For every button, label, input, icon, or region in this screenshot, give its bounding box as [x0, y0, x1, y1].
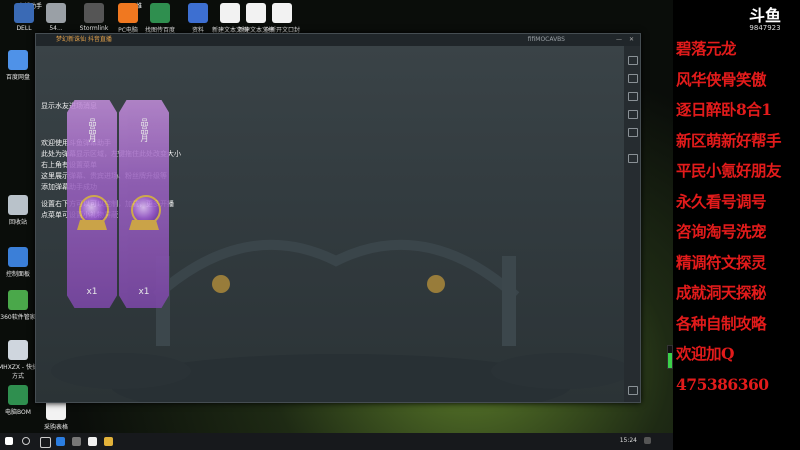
- desktop-icon[interactable]: MHXZX - 快捷方式: [0, 340, 38, 380]
- desktop-icon[interactable]: 找图传百度: [140, 3, 180, 34]
- pc-assist-icon: [118, 3, 138, 23]
- desktop-icon-label: MHXZX - 快捷方式: [0, 364, 38, 380]
- baidu-pan-icon: [8, 50, 28, 70]
- gift-card-label: 品品月: [140, 118, 149, 142]
- grid-icon[interactable]: [628, 154, 638, 163]
- notification-icon[interactable]: [644, 437, 651, 444]
- desktop-icon-label: 54...: [49, 25, 63, 32]
- gift-pedestal-icon: [129, 220, 159, 230]
- desktop-icon[interactable]: 控制面板: [0, 247, 38, 278]
- promo-line: 新区萌新好帮手: [676, 130, 782, 150]
- desktop-icon[interactable]: 360软件管家: [0, 290, 38, 321]
- search-icon[interactable]: [22, 437, 30, 445]
- promo-line: 咨询淘号洗宠: [676, 222, 767, 241]
- window-title: 梦幻新诛仙 抖音直播: [56, 36, 112, 43]
- stormlink-icon: [84, 3, 104, 23]
- promo-line: 永久看号调号: [676, 191, 767, 211]
- desktop-icon-label: 360软件管家: [0, 314, 36, 321]
- desktop-icon-label: 控制面板: [5, 271, 30, 278]
- desktop-icon[interactable]: 电脑BOM: [0, 385, 38, 416]
- doc-icon: [188, 3, 208, 23]
- promo-text-list: 碧落元龙 风华侠骨笑傲 逐日醉卧8合1 新区萌新好帮手 平民小氪好朋友 永久看号…: [676, 34, 800, 400]
- desktop-icon-label: 回收站: [8, 219, 27, 226]
- promo-line: 精调符文探灵: [676, 252, 767, 272]
- douyu-logo: 斗鱼 9847923: [745, 6, 785, 33]
- desktop-icon[interactable]: 回收站: [0, 195, 38, 226]
- gift-card[interactable]: 品品月 x1: [119, 100, 169, 308]
- desktop-icon[interactable]: 采购表格: [36, 400, 76, 431]
- desktop-icon-label: 采购表格: [43, 424, 68, 431]
- fullscreen-icon[interactable]: [628, 128, 638, 137]
- task-view-icon[interactable]: [40, 437, 51, 448]
- close-icon[interactable]: ✕: [629, 34, 634, 46]
- purchase-icon: [46, 400, 66, 420]
- dell-icon: [14, 3, 34, 23]
- mhxzx-shortcut-icon: [8, 340, 28, 360]
- recycle-bin-icon: [8, 195, 28, 215]
- douyu-app-icon[interactable]: [88, 437, 97, 446]
- pin-icon[interactable]: [628, 56, 638, 65]
- desktop-icon-label: 电脑BOM: [5, 409, 31, 416]
- trash-icon[interactable]: [628, 386, 638, 395]
- logo-text: 斗鱼: [748, 6, 781, 25]
- copy-icon[interactable]: [628, 74, 638, 83]
- promo-line: 风华侠骨笑傲: [676, 69, 767, 89]
- camera-icon[interactable]: [628, 92, 638, 101]
- windows-start-icon[interactable]: [5, 437, 13, 445]
- promo-line: 逐日醉卧8合1: [676, 100, 772, 119]
- promo-line: 各种自制攻略: [676, 313, 767, 333]
- bom-icon: [8, 385, 28, 405]
- desktop-icon-label: 百度网盘: [5, 74, 30, 81]
- promo-line: 成就洞天探秘: [676, 283, 767, 302]
- desktop-icon[interactable]: 百度网盘: [0, 50, 38, 81]
- screenshot-icon[interactable]: [628, 110, 638, 119]
- gift-quantity: x1: [138, 287, 150, 297]
- desktop-icon[interactable]: 54...: [36, 3, 76, 32]
- gift-card[interactable]: 品品月 x1: [67, 100, 117, 308]
- control-panel-icon: [8, 247, 28, 267]
- room-id: 9847923: [749, 24, 781, 32]
- 360-manager-icon: [8, 290, 28, 310]
- volume-level: [668, 352, 672, 368]
- promo-line: 欢迎加Q: [676, 344, 735, 363]
- desktop-icon[interactable]: 全新开文口封: [262, 3, 302, 34]
- excel-icon: [150, 3, 170, 23]
- disk-icon: [46, 3, 66, 23]
- promo-line: 475386360: [676, 374, 769, 394]
- taskbar: 15:24: [0, 433, 673, 450]
- text-doc-icon-3: [272, 3, 292, 23]
- gift-pedestal-icon: [77, 220, 107, 230]
- edge-icon[interactable]: [56, 437, 65, 446]
- gift-card-label: 品品月: [88, 118, 97, 142]
- settings-icon[interactable]: [72, 437, 81, 446]
- promo-line: 碧落元龙: [676, 39, 737, 58]
- window-side-toolbar: [624, 46, 640, 402]
- user-id: fifiMOCAVBS: [527, 36, 565, 43]
- gift-quantity: x1: [86, 287, 98, 297]
- folder-icon[interactable]: [104, 437, 113, 446]
- promo-line: 平民小氪好朋友: [676, 161, 782, 180]
- minimize-icon[interactable]: —: [616, 34, 622, 46]
- window-titlebar[interactable]: 梦幻新诛仙 抖音直播 fifiMOCAVBS ✕ —: [36, 34, 640, 46]
- taskbar-clock[interactable]: 15:24: [620, 437, 637, 444]
